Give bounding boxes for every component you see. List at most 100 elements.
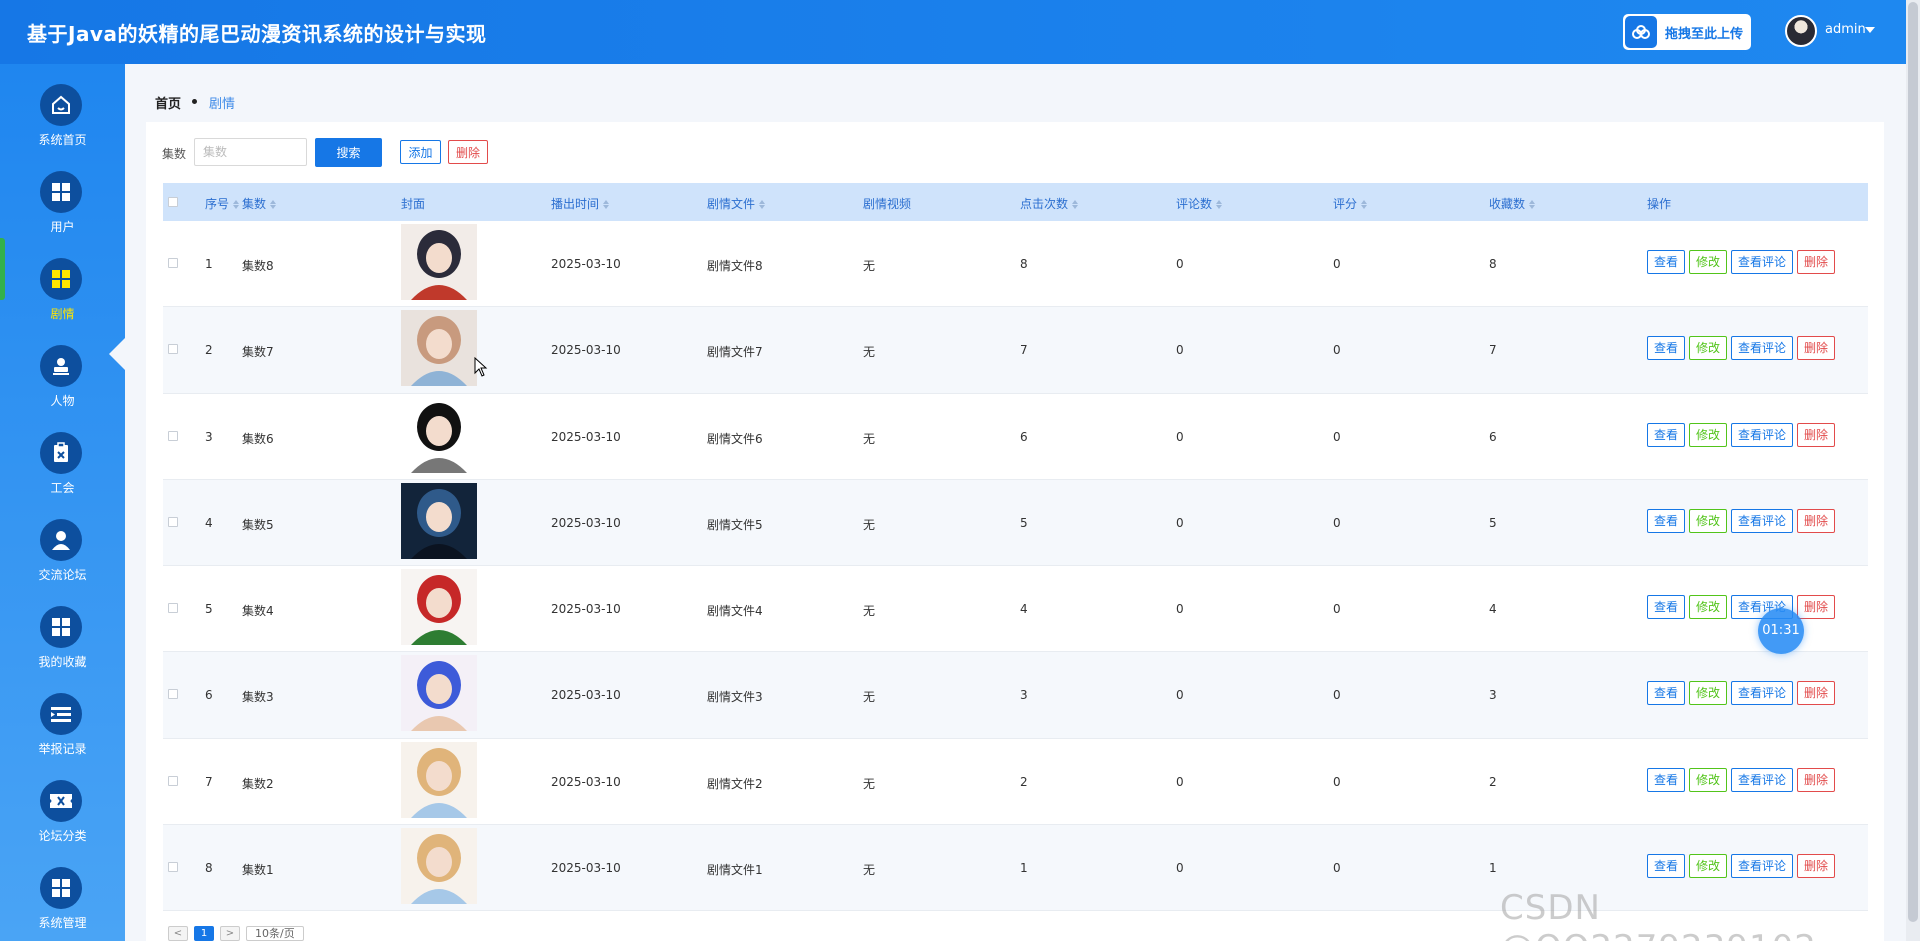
cell-clicks: 2 [1020, 774, 1028, 789]
sidebar-item-characters[interactable]: 人物 [0, 345, 125, 427]
delete-button[interactable]: 删除 [1797, 250, 1836, 274]
column-header-rating[interactable]: 评分 [1333, 195, 1368, 212]
view-comments-button[interactable]: 查看评论 [1731, 681, 1794, 706]
edit-button[interactable]: 修改 [1689, 595, 1728, 620]
view-button[interactable]: 查看 [1647, 250, 1686, 274]
sidebar-item-home[interactable]: 系统首页 [0, 84, 125, 166]
row-checkbox[interactable] [168, 862, 178, 873]
cell-clicks: 5 [1020, 515, 1028, 530]
cell-air-date: 2025-03-10 [551, 861, 621, 876]
bulk-delete-button[interactable]: 删除 [448, 140, 488, 164]
row-checkbox[interactable] [168, 603, 178, 614]
row-actions: 查看 修改 查看评论 删除 [1647, 681, 1836, 706]
cell-file: 剧情文件7 [707, 345, 763, 360]
delete-button[interactable]: 删除 [1797, 422, 1836, 447]
avatar[interactable] [1785, 15, 1817, 47]
column-header-favorites[interactable]: 收藏数 [1489, 195, 1536, 212]
delete-button[interactable]: 删除 [1797, 854, 1836, 879]
user-name[interactable]: admin [1825, 22, 1866, 37]
cell-video: 无 [863, 431, 876, 446]
view-comments-button[interactable]: 查看评论 [1731, 250, 1794, 274]
edit-button[interactable]: 修改 [1689, 767, 1728, 792]
view-comments-button[interactable]: 查看评论 [1731, 854, 1794, 879]
sidebar-item-label: 举报记录 [38, 742, 87, 756]
page-1-button[interactable]: 1 [194, 926, 214, 941]
cover-thumbnail [401, 482, 477, 559]
view-comments-button[interactable]: 查看评论 [1731, 508, 1794, 533]
column-header-file[interactable]: 剧情文件 [707, 195, 766, 212]
view-button[interactable]: 查看 [1647, 508, 1686, 533]
table-body: 1 集数8 2025-03-10 剧情文件8 无 8 0 0 8 查看 修改 查看评论 删除 2 集数7 20… [163, 221, 1868, 912]
column-header-clicks[interactable]: 点击次数 [1020, 195, 1079, 212]
sidebar-item-users[interactable]: 用户 [0, 171, 125, 253]
cell-comments: 0 [1176, 774, 1184, 789]
top-bar: 基于Java的妖精的尾巴动漫资讯系统的设计与实现 拖拽至此上传 admin [0, 0, 1906, 64]
view-comments-button[interactable]: 查看评论 [1731, 422, 1794, 447]
breadcrumb-home[interactable]: 首页 [155, 93, 181, 112]
sidebar: 系统首页 用户 剧情 人物 工会 交流论坛 我的收藏 举报记录 论坛分类 系统管… [0, 64, 125, 941]
view-button[interactable]: 查看 [1647, 422, 1686, 447]
view-comments-button[interactable]: 查看评论 [1731, 336, 1794, 361]
sidebar-item-system[interactable]: 系统管理 [0, 867, 125, 941]
search-button[interactable]: 搜索 [315, 138, 382, 167]
cloud-upload-icon [1625, 16, 1657, 48]
row-checkbox[interactable] [168, 516, 178, 527]
sidebar-item-guild[interactable]: 工会 [0, 432, 125, 514]
edit-button[interactable]: 修改 [1689, 336, 1728, 361]
cell-air-date: 2025-03-10 [551, 602, 621, 617]
drag-upload-button[interactable]: 拖拽至此上传 [1623, 14, 1751, 50]
view-button[interactable]: 查看 [1647, 767, 1686, 792]
next-page-button[interactable]: > [220, 926, 240, 941]
cell-file: 剧情文件4 [707, 604, 763, 619]
edit-button[interactable]: 修改 [1689, 422, 1728, 447]
delete-button[interactable]: 删除 [1797, 595, 1836, 620]
cell-rating: 0 [1333, 688, 1341, 703]
sidebar-item-favorites[interactable]: 我的收藏 [0, 606, 125, 688]
recording-timer: 01:31 [1758, 608, 1804, 654]
episode-search-input[interactable] [194, 138, 307, 166]
sidebar-item-forum[interactable]: 交流论坛 [0, 519, 125, 601]
row-checkbox[interactable] [168, 344, 178, 355]
sort-icon [1216, 200, 1223, 209]
row-checkbox[interactable] [168, 258, 178, 268]
edit-button[interactable]: 修改 [1689, 508, 1728, 533]
cell-file: 剧情文件3 [707, 690, 763, 705]
page-scrollbar[interactable] [1908, 2, 1918, 922]
cell-favorites: 6 [1489, 429, 1497, 444]
cell-episode: 集数7 [242, 345, 274, 360]
select-all-checkbox[interactable] [168, 197, 178, 207]
sidebar-item-forum-category[interactable]: 论坛分类 [0, 780, 125, 862]
sidebar-item-reports[interactable]: 举报记录 [0, 693, 125, 775]
cell-air-date: 2025-03-10 [551, 429, 621, 444]
cell-video: 无 [863, 345, 876, 360]
sort-icon [759, 200, 766, 209]
page-size-select[interactable]: 10条/页 [246, 926, 304, 941]
delete-button[interactable]: 删除 [1797, 767, 1836, 792]
edit-button[interactable]: 修改 [1689, 250, 1728, 274]
column-header-comments[interactable]: 评论数 [1176, 195, 1223, 212]
sidebar-item-plot[interactable]: 剧情 [0, 258, 125, 340]
column-header-episode[interactable]: 集数 [242, 195, 277, 212]
add-button[interactable]: 添加 [400, 140, 441, 164]
view-button[interactable]: 查看 [1647, 595, 1686, 620]
row-checkbox[interactable] [168, 430, 178, 441]
cell-favorites: 4 [1489, 602, 1497, 617]
cell-rating: 0 [1333, 602, 1341, 617]
upload-label: 拖拽至此上传 [1664, 26, 1743, 42]
view-button[interactable]: 查看 [1647, 854, 1686, 879]
delete-button[interactable]: 删除 [1797, 681, 1836, 706]
row-checkbox[interactable] [168, 689, 178, 700]
edit-button[interactable]: 修改 [1689, 854, 1728, 879]
view-button[interactable]: 查看 [1647, 681, 1686, 706]
view-comments-button[interactable]: 查看评论 [1731, 767, 1794, 792]
chevron-down-icon[interactable] [1865, 27, 1875, 33]
view-button[interactable]: 查看 [1647, 336, 1686, 361]
prev-page-button[interactable]: < [168, 926, 188, 941]
edit-button[interactable]: 修改 [1689, 681, 1728, 706]
row-checkbox[interactable] [168, 775, 178, 786]
column-header-air-date[interactable]: 播出时间 [551, 195, 610, 212]
delete-button[interactable]: 删除 [1797, 336, 1836, 361]
sidebar-item-label: 人物 [50, 394, 75, 408]
delete-button[interactable]: 删除 [1797, 508, 1836, 533]
column-header-index[interactable]: 序号 [205, 195, 240, 212]
